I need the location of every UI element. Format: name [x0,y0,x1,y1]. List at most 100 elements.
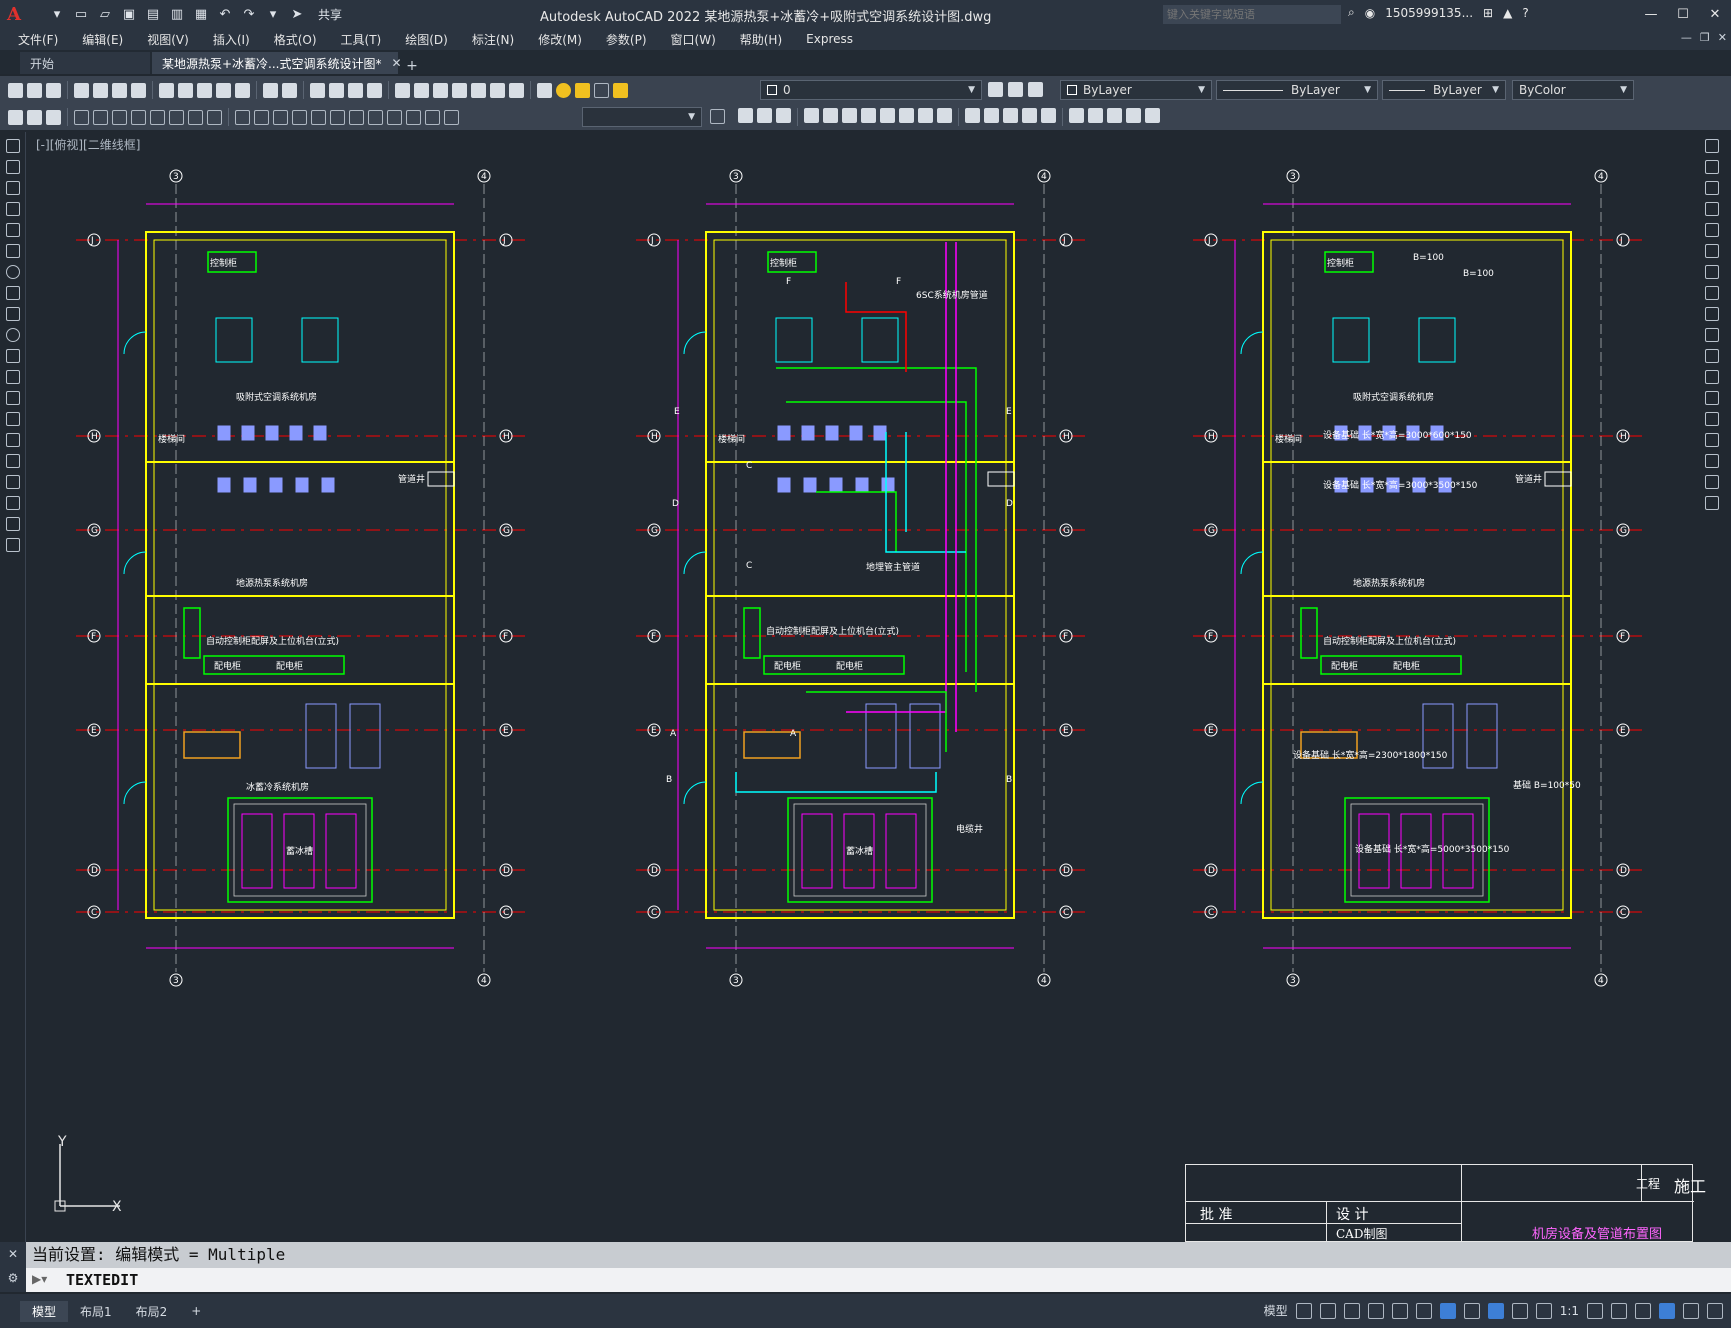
line-icon[interactable] [5,139,20,153]
center-mark-icon[interactable] [349,109,364,125]
close-command-line-icon[interactable]: ✕ [0,1242,26,1266]
diameter-dimension-icon[interactable] [188,109,203,125]
command-line-handle[interactable]: ✕ ⚙ [0,1242,26,1292]
qat-customize-icon[interactable]: ▾ [264,5,282,23]
menu-edit[interactable]: 编辑(E) [82,31,123,48]
undo-icon[interactable]: ↶ [216,5,234,23]
break-icon[interactable] [965,108,980,123]
aligned-dimension-icon[interactable] [93,109,108,125]
dimension-break-icon[interactable] [311,109,326,125]
erase-icon[interactable] [738,108,753,123]
menu-parametric[interactable]: 参数(P) [606,31,647,48]
draw-order-icon[interactable] [1069,108,1084,123]
zoom-realtime-icon[interactable] [329,82,344,98]
save-icon[interactable] [46,82,61,98]
doc-close-icon[interactable]: ✕ [1718,31,1727,44]
zoom-previous-icon[interactable] [367,82,382,98]
maximize-icon[interactable]: ☐ [1667,0,1699,28]
offset-icon[interactable] [1705,202,1719,216]
join-icon[interactable] [1705,412,1719,426]
workspace-icon[interactable] [8,109,23,125]
layer-tools-icon[interactable] [46,109,61,125]
dimension-edit-icon[interactable] [406,109,421,125]
annotation-visibility-icon[interactable] [1487,1302,1504,1319]
publish-icon[interactable] [112,82,127,98]
break-at-point-icon[interactable] [1705,370,1719,384]
stretch-icon[interactable] [1705,307,1719,321]
command-prompt-icon[interactable]: ▶▾ [32,1272,47,1286]
tab-start[interactable]: 开始 [20,52,150,74]
make-block-icon[interactable] [5,391,20,405]
doc-minimize-icon[interactable]: — [1681,31,1692,44]
object-snap-icon[interactable] [1439,1302,1456,1319]
save-workspace-icon[interactable] [27,109,42,125]
plot-icon[interactable] [74,82,89,98]
menu-dropdown-icon[interactable]: ▾ [48,5,66,23]
ortho-icon[interactable] [1343,1302,1360,1319]
dimension-text-edit-icon[interactable] [425,109,440,125]
mirror-icon[interactable] [776,108,791,123]
lineweight-dropdown[interactable]: ByLayer ▼ [1382,80,1506,100]
bring-front-icon[interactable] [1088,108,1103,123]
customize-command-icon[interactable]: ⚙ [0,1266,26,1290]
3d-print-icon[interactable] [131,82,146,98]
pan-icon[interactable] [310,82,325,98]
layer-dropdown[interactable]: 0 ▼ [760,80,982,100]
cut-icon[interactable] [159,82,174,98]
polyline-icon[interactable] [5,181,20,195]
arc-length-icon[interactable] [112,109,127,125]
baseline-dimension-icon[interactable] [254,109,269,125]
menu-window[interactable]: 窗口(W) [671,31,716,48]
dimension-style-dropdown[interactable]: ▼ [582,107,702,127]
rotate-icon[interactable] [861,108,876,123]
menu-dimension[interactable]: 标注(N) [472,31,514,48]
quickcalc-icon[interactable] [490,82,505,98]
user-icon[interactable]: ◉ [1365,6,1375,20]
chamfer-icon[interactable] [1705,433,1719,447]
angular-dimension-icon[interactable] [207,109,222,125]
layer-lock-icon[interactable] [613,82,628,98]
lineweight-icon[interactable] [1463,1302,1480,1319]
explode-icon[interactable] [1041,108,1056,123]
explode-icon[interactable] [1705,496,1719,510]
layer-previous-icon[interactable] [1008,82,1023,97]
ellipse-arc-icon[interactable] [5,349,20,363]
multiline-text-icon[interactable] [5,517,20,531]
ellipse-icon[interactable] [5,328,20,342]
copy-icon[interactable] [178,82,193,98]
fillet-icon[interactable] [1022,108,1037,123]
help-icon[interactable]: ? [1522,6,1528,20]
copy-icon[interactable] [1705,160,1719,174]
search-input[interactable] [1163,5,1341,24]
layer-states-icon[interactable] [1028,82,1043,97]
plus-icon[interactable] [1611,1302,1627,1319]
workspace-switch-icon[interactable] [1587,1302,1603,1319]
layer-freeze-icon[interactable] [575,82,590,98]
insert-block-icon[interactable] [5,370,20,384]
dimension-space-icon[interactable] [292,109,307,125]
dimension-update-icon[interactable] [444,109,459,125]
command-input[interactable] [26,1268,1731,1292]
tolerance-icon[interactable] [330,109,345,125]
isolate-objects-icon[interactable] [1635,1302,1651,1319]
make-current-layer-icon[interactable] [988,82,1003,97]
break-icon[interactable] [1705,391,1719,405]
new-icon[interactable] [8,82,23,98]
inspection-icon[interactable] [368,109,383,125]
autocad-logo-icon[interactable]: A [0,0,28,28]
hatch-back-icon[interactable] [1145,108,1160,123]
array-icon[interactable] [1705,223,1719,237]
zoom-window-icon[interactable] [348,82,363,98]
add-layout-button[interactable]: + [179,1302,213,1320]
linetype-dropdown[interactable]: ByLayer ▼ [1216,80,1378,100]
chamfer-icon[interactable] [1003,108,1018,123]
graphics-performance-icon[interactable] [1659,1302,1675,1319]
extend-icon[interactable] [937,108,952,123]
ordinate-dimension-icon[interactable] [131,109,146,125]
jogged-linear-icon[interactable] [387,109,402,125]
cart-icon[interactable]: ⊞ [1483,6,1493,20]
trim-icon[interactable] [1705,328,1719,342]
extend-icon[interactable] [1705,349,1719,363]
blend-curves-icon[interactable] [1705,475,1719,489]
layout-tab-model[interactable]: 模型 [20,1300,69,1322]
